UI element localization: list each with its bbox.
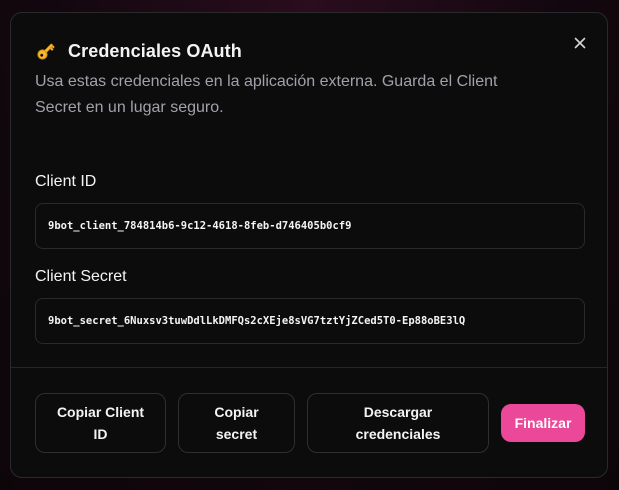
close-button[interactable]: [570, 35, 590, 55]
key-icon: [35, 40, 57, 62]
dialog-title: Credenciales OAuth: [68, 40, 242, 61]
footer-divider: [11, 367, 607, 368]
dialog-footer: Copiar Client ID Copiar secret Descargar…: [35, 393, 585, 453]
copy-client-id-button[interactable]: Copiar Client ID: [35, 393, 166, 453]
client-secret-value[interactable]: 9bot_secret_6Nuxsv3tuwDdlLkDMFQs2cXEje8s…: [35, 298, 585, 344]
client-id-label: Client ID: [35, 173, 97, 190]
dialog-description: Usa estas credenciales en la aplicación …: [35, 73, 498, 116]
client-secret-label: Client Secret: [35, 268, 127, 285]
dialog-header: Credenciales OAuth Usa estas credenciale…: [35, 37, 555, 121]
download-credentials-button[interactable]: Descargar credenciales: [307, 393, 489, 453]
client-id-value[interactable]: 9bot_client_784814b6-9c12-4618-8feb-d746…: [35, 203, 585, 249]
client-secret-field: Client Secret 9bot_secret_6Nuxsv3tuwDdlL…: [35, 266, 585, 344]
oauth-credentials-dialog: Credenciales OAuth Usa estas credenciale…: [10, 12, 608, 478]
title-row: Credenciales OAuth: [35, 37, 555, 65]
client-id-field: Client ID 9bot_client_784814b6-9c12-4618…: [35, 171, 585, 249]
copy-secret-button[interactable]: Copiar secret: [178, 393, 295, 453]
close-icon: [574, 36, 586, 54]
finish-button[interactable]: Finalizar: [501, 404, 585, 442]
